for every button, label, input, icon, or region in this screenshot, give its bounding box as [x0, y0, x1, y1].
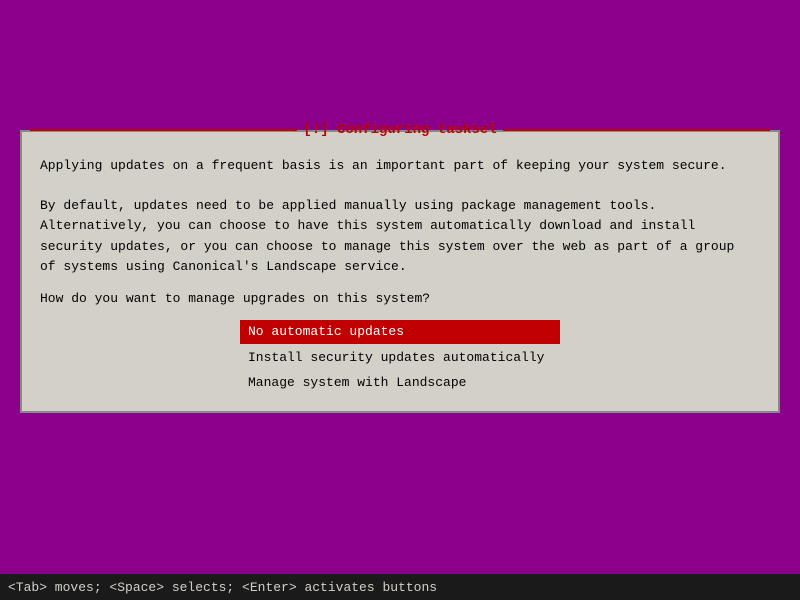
description-line1: Applying updates on a frequent basis is … — [40, 158, 727, 173]
dialog-content: Applying updates on a frequent basis is … — [22, 152, 778, 411]
question-text: How do you want to manage upgrades on th… — [40, 289, 760, 309]
title-line-right — [503, 129, 770, 131]
option-manage-with-landscape[interactable]: Manage system with Landscape — [240, 371, 560, 395]
dialog-title-bar: [!] Configuring tasksel — [22, 120, 778, 140]
description-line2: By default, updates need to be applied m… — [40, 198, 734, 273]
description-text: Applying updates on a frequent basis is … — [40, 156, 760, 277]
option-no-automatic-updates[interactable]: No automatic updates — [240, 320, 560, 344]
dialog-title: [!] Configuring tasksel — [297, 122, 502, 138]
title-line-left — [30, 129, 297, 131]
configuring-tasksel-dialog: [!] Configuring tasksel Applying updates… — [20, 130, 780, 413]
option-install-security-updates[interactable]: Install security updates automatically — [240, 346, 560, 370]
status-text: <Tab> moves; <Space> selects; <Enter> ac… — [8, 580, 437, 595]
options-list: No automatic updates Install security up… — [40, 320, 760, 395]
status-bar: <Tab> moves; <Space> selects; <Enter> ac… — [0, 574, 800, 600]
